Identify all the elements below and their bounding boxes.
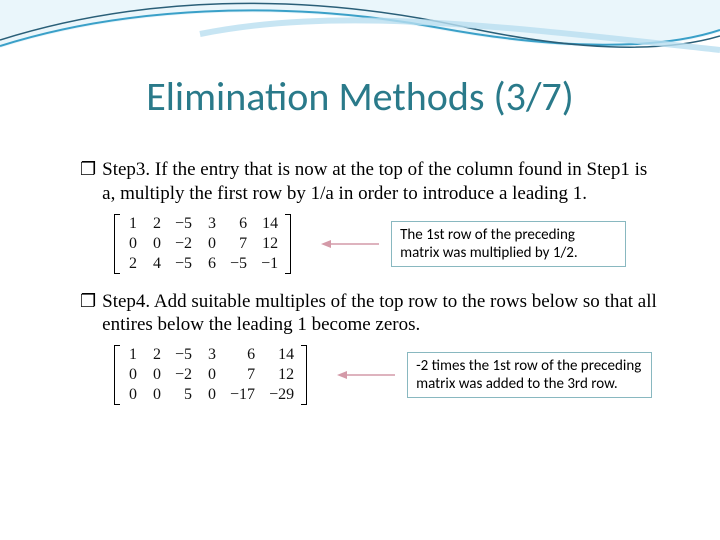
arrow-left-icon (321, 238, 381, 250)
bullet-step3: ❐ Step3. If the entry that is now at the… (80, 158, 660, 206)
arrow-left-icon (337, 369, 397, 381)
bullet-text-step4: Step4. Add suitable multiples of the top… (102, 290, 660, 338)
bullet-text-step3: Step3. If the entry that is now at the t… (102, 158, 660, 206)
content-area: ❐ Step3. If the entry that is now at the… (80, 158, 660, 421)
bullet-step4: ❐ Step4. Add suitable multiples of the t… (80, 290, 660, 338)
bullet-icon: ❐ (80, 158, 96, 206)
matrix-row-1: 12−53614 00−20712 24−56−5−1 The 1st row … (114, 214, 660, 274)
page-title: Elimination Methods (3/7) (0, 72, 720, 121)
matrix-2: 12−53614 00−20712 0050−17−29 (114, 345, 307, 405)
slide: Elimination Methods (3/7) ❐ Step3. If th… (0, 0, 720, 540)
decorative-swoosh (0, 0, 720, 80)
note-1: The 1st row of the preceding matrix was … (391, 221, 626, 267)
matrix-row-2: 12−53614 00−20712 0050−17−29 -2 times th… (114, 345, 660, 405)
matrix-1: 12−53614 00−20712 24−56−5−1 (114, 214, 291, 274)
bullet-icon: ❐ (80, 290, 96, 338)
note-2: -2 times the 1st row of the preceding ma… (407, 352, 652, 398)
